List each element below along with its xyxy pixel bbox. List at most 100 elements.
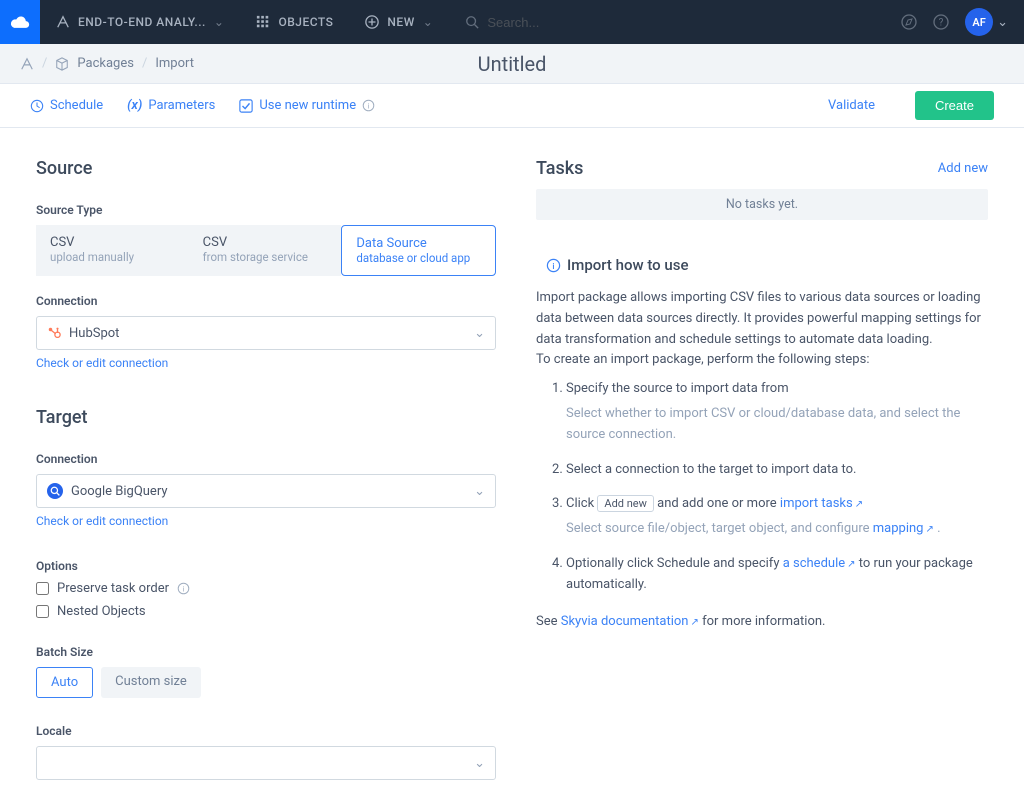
howto-step-2: Select a connection to the target to imp… (566, 460, 988, 481)
box-icon (55, 57, 69, 71)
source-connection-dropdown[interactable]: HubSpot ⌄ (36, 316, 496, 350)
schedule-button[interactable]: Schedule (30, 98, 103, 113)
nav-objects[interactable]: OBJECTS (240, 0, 349, 44)
schedule-label: Schedule (50, 98, 103, 113)
help-icon[interactable]: ? (933, 14, 949, 30)
info-icon: i (546, 258, 561, 273)
chevron-down-icon: ⌄ (474, 484, 485, 499)
search-icon (465, 15, 479, 29)
mapping-link[interactable]: mapping (873, 521, 924, 536)
tile-title: CSV (50, 235, 175, 250)
right-column: Tasks Add new No tasks yet. i Import how… (536, 158, 988, 780)
svg-text:i: i (552, 261, 554, 271)
documentation-link[interactable]: Skyvia documentation (561, 614, 689, 629)
info-icon: i (177, 582, 190, 595)
breadcrumb-packages[interactable]: Packages (77, 56, 134, 71)
tile-subtitle: database or cloud app (356, 251, 481, 265)
howto-step-3: Click Add new and add one or more import… (566, 494, 988, 540)
tasks-heading: Tasks (536, 158, 583, 179)
create-button[interactable]: Create (915, 91, 994, 120)
external-link-icon: ↗ (690, 617, 698, 628)
connection-suffix: connection (106, 356, 168, 370)
preserve-order-checkbox[interactable] (36, 582, 49, 595)
source-type-csv-storage[interactable]: CSV from storage service (189, 225, 342, 276)
hubspot-icon (47, 326, 61, 340)
nav-objects-label: OBJECTS (278, 15, 333, 29)
source-type-csv-manual[interactable]: CSV upload manually (36, 225, 189, 276)
user-menu[interactable]: AF ⌄ (965, 8, 1008, 36)
tile-subtitle: from storage service (203, 250, 328, 264)
howto-step-1-sub: Select whether to import CSV or cloud/da… (566, 404, 988, 446)
target-connection-label: Connection (36, 452, 496, 466)
tasks-empty-state: No tasks yet. (536, 189, 988, 220)
grid-icon (256, 15, 270, 29)
source-connection-value: HubSpot (69, 326, 119, 341)
source-type-datasource[interactable]: Data Source database or cloud app (341, 225, 496, 276)
howto-heading: i Import how to use (546, 256, 988, 274)
target-heading: Target (36, 407, 496, 428)
breadcrumb: / Packages / Import (20, 56, 194, 71)
batch-custom-tab[interactable]: Custom size (101, 667, 201, 698)
add-new-inline-btn: Add new (597, 495, 654, 512)
nav-workspace[interactable]: END-TO-END ANALY... ⌄ (40, 0, 240, 44)
target-check-edit-link[interactable]: Check or edit (36, 514, 106, 528)
tile-title: Data Source (356, 236, 481, 251)
nav-new-label: NEW (387, 15, 414, 29)
runtime-toggle[interactable]: Use new runtime i (239, 98, 375, 113)
batch-size-selector: Auto Custom size (36, 667, 496, 698)
target-connection-dropdown[interactable]: Google BigQuery ⌄ (36, 474, 496, 508)
parameters-button[interactable]: (x) Parameters (127, 98, 215, 113)
workspace-icon (56, 15, 70, 29)
toolbar: Schedule (x) Parameters Use new runtime … (0, 84, 1024, 128)
chevron-down-icon: ⌄ (474, 326, 485, 341)
nav-search[interactable] (449, 15, 901, 30)
locale-dropdown[interactable]: ⌄ (36, 746, 496, 780)
plus-circle-icon (365, 15, 379, 29)
tile-title: CSV (203, 235, 328, 250)
chevron-down-icon: ⌄ (423, 15, 434, 29)
chevron-down-icon: ⌄ (997, 15, 1008, 30)
batch-auto-tab[interactable]: Auto (36, 667, 93, 698)
connection-suffix: connection (106, 514, 168, 528)
nav-new[interactable]: NEW ⌄ (349, 0, 449, 44)
checkbox-checked-icon (239, 99, 253, 113)
import-tasks-link[interactable]: import tasks (780, 496, 853, 511)
add-task-link[interactable]: Add new (938, 161, 988, 176)
parameters-icon: (x) (127, 98, 142, 113)
nested-objects-option[interactable]: Nested Objects (36, 604, 496, 619)
preserve-order-option[interactable]: Preserve task order i (36, 581, 496, 596)
package-icon (20, 57, 34, 71)
runtime-label: Use new runtime (259, 98, 356, 113)
nested-objects-checkbox[interactable] (36, 605, 49, 618)
chevron-down-icon: ⌄ (214, 15, 225, 29)
source-check-edit-link[interactable]: Check or edit (36, 356, 106, 370)
options-label: Options (36, 559, 496, 573)
main: Source Source Type CSV upload manually C… (0, 128, 1024, 810)
svg-text:i: i (183, 584, 185, 593)
compass-icon[interactable] (901, 14, 917, 30)
source-type-selector: CSV upload manually CSV from storage ser… (36, 225, 496, 276)
slash: / (42, 56, 47, 71)
svg-text:i: i (368, 101, 370, 110)
avatar: AF (965, 8, 993, 36)
left-column: Source Source Type CSV upload manually C… (36, 158, 496, 780)
chevron-down-icon: ⌄ (474, 756, 485, 771)
page-title: Untitled (478, 52, 547, 76)
preserve-order-label: Preserve task order (57, 581, 169, 596)
slash: / (142, 56, 147, 71)
breadcrumb-current: Import (155, 56, 194, 71)
nav-workspace-label: END-TO-END ANALY... (78, 15, 206, 29)
logo[interactable] (0, 0, 40, 44)
schedule-link[interactable]: a schedule (783, 556, 845, 571)
howto-p1: Import package allows importing CSV file… (536, 290, 981, 347)
source-type-label: Source Type (36, 203, 496, 217)
search-input[interactable] (487, 15, 687, 30)
howto-body: Import package allows importing CSV file… (536, 288, 988, 632)
breadcrumb-bar: / Packages / Import Untitled (0, 44, 1024, 84)
parameters-label: Parameters (148, 98, 215, 113)
target-connection-value: Google BigQuery (71, 484, 168, 499)
validate-button[interactable]: Validate (828, 98, 875, 113)
source-heading: Source (36, 158, 496, 179)
nested-objects-label: Nested Objects (57, 604, 146, 619)
svg-text:?: ? (939, 18, 944, 29)
